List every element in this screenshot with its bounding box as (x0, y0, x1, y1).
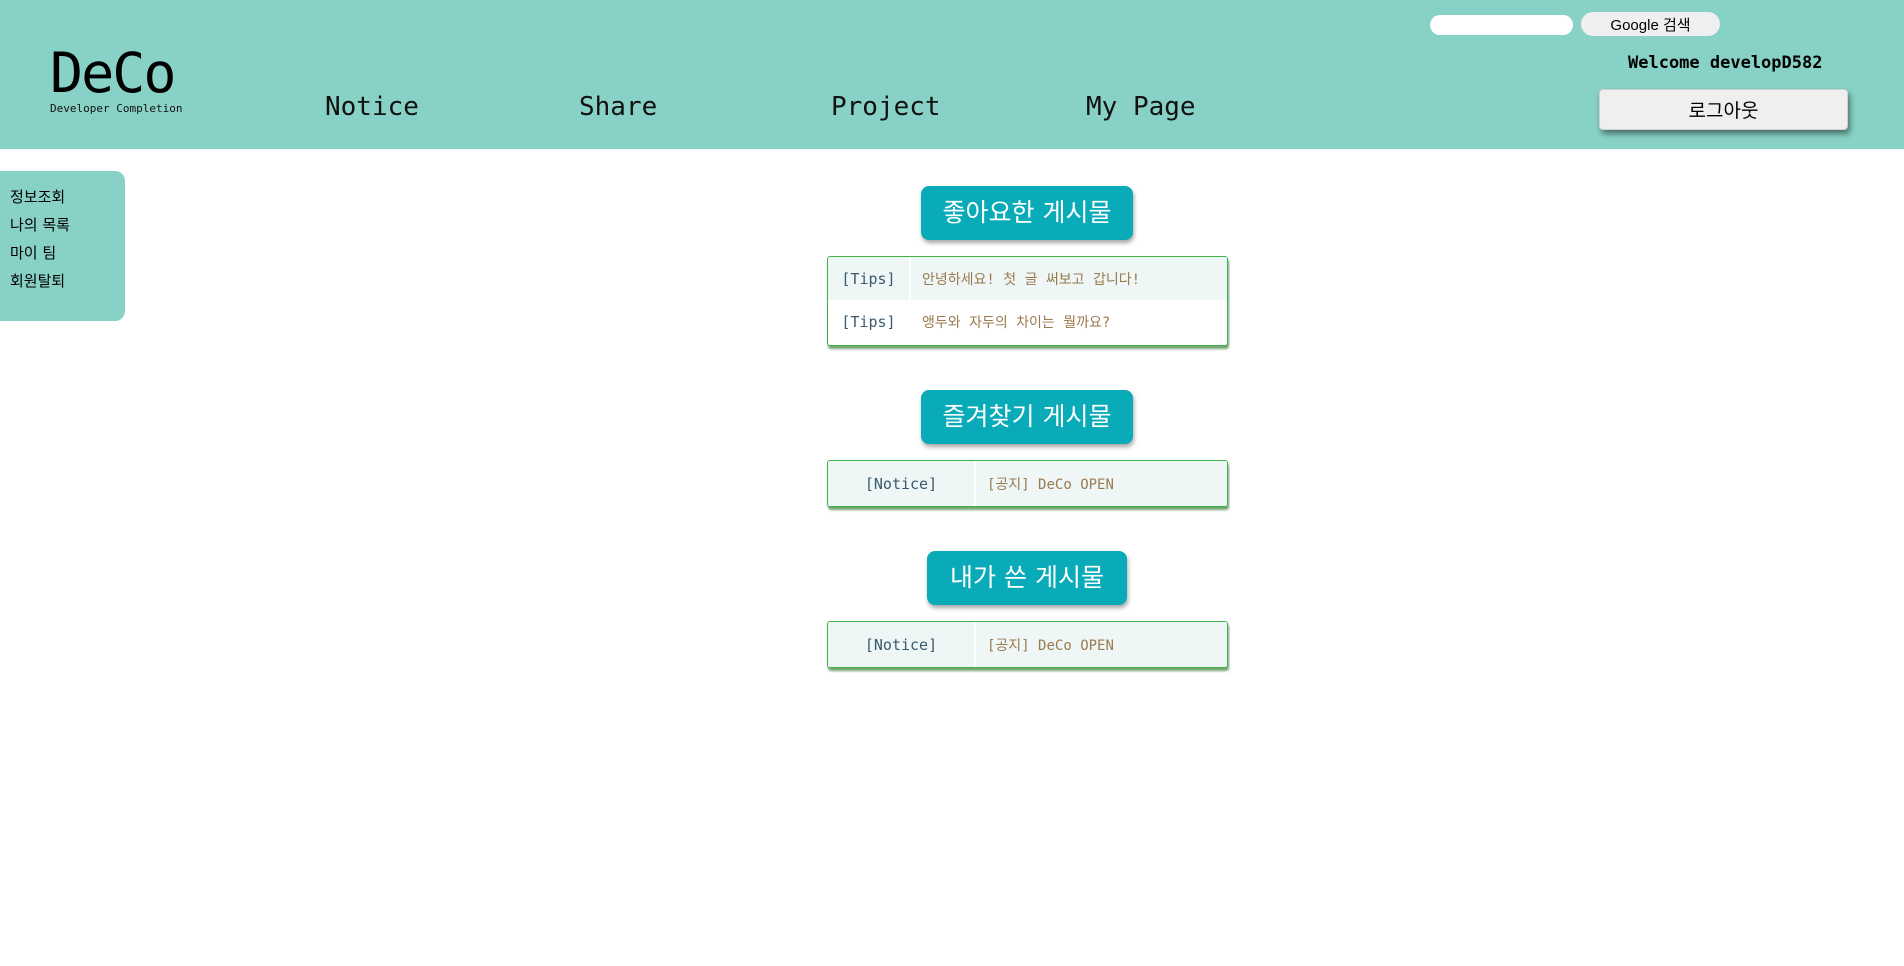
bookmarked-posts-table: [Notice] [공지] DeCo OPEN (827, 460, 1228, 507)
nav-my-page[interactable]: My Page (1086, 92, 1196, 122)
nav-project[interactable]: Project (831, 92, 941, 122)
sidebar-item-withdraw[interactable]: 회원탈퇴 (10, 267, 125, 295)
post-title[interactable]: [공지] DeCo OPEN (976, 622, 1227, 667)
welcome-text: Welcome developD582 (1628, 53, 1823, 73)
liked-posts-table: [Tips] 안녕하세요! 첫 글 써보고 갑니다! [Tips] 앵두와 자두… (827, 256, 1228, 346)
post-category: [Tips] (828, 257, 911, 300)
table-row[interactable]: [Tips] 앵두와 자두의 차이는 뭘까요? (828, 300, 1227, 343)
post-category: [Notice] (828, 622, 976, 667)
table-row[interactable]: [Notice] [공지] DeCo OPEN (828, 622, 1227, 667)
logo[interactable]: DeCo Developer Completion (50, 44, 200, 115)
sidebar: 정보조회 나의 목록 마이 팀 회원탈퇴 (0, 171, 125, 321)
my-posts-table: [Notice] [공지] DeCo OPEN (827, 621, 1228, 668)
logout-button[interactable]: 로그아웃 (1599, 89, 1848, 130)
sidebar-item-my-list[interactable]: 나의 목록 (10, 211, 125, 239)
header: DeCo Developer Completion Notice Share P… (0, 0, 1904, 149)
table-row[interactable]: [Notice] [공지] DeCo OPEN (828, 461, 1227, 506)
post-category: [Notice] (828, 461, 976, 506)
post-title[interactable]: 안녕하세요! 첫 글 써보고 갑니다! (911, 257, 1227, 300)
search-input[interactable] (1430, 15, 1573, 35)
post-title[interactable]: [공지] DeCo OPEN (976, 461, 1227, 506)
logo-subtitle: Developer Completion (50, 102, 183, 115)
my-posts-title: 내가 쓴 게시물 (927, 551, 1127, 605)
table-row[interactable]: [Tips] 안녕하세요! 첫 글 써보고 갑니다! (828, 257, 1227, 300)
nav-share[interactable]: Share (579, 92, 657, 122)
logo-title[interactable]: DeCo (50, 44, 200, 102)
nav-notice[interactable]: Notice (325, 92, 419, 122)
post-category: [Tips] (828, 300, 911, 343)
sidebar-item-my-team[interactable]: 마이 팀 (10, 239, 125, 267)
google-search-button[interactable]: Google 검색 (1581, 12, 1720, 36)
liked-posts-title: 좋아요한 게시물 (921, 186, 1133, 240)
bookmarked-posts-title: 즐겨찾기 게시물 (921, 390, 1133, 444)
post-title[interactable]: 앵두와 자두의 차이는 뭘까요? (911, 300, 1227, 343)
sidebar-item-info[interactable]: 정보조회 (10, 183, 125, 211)
